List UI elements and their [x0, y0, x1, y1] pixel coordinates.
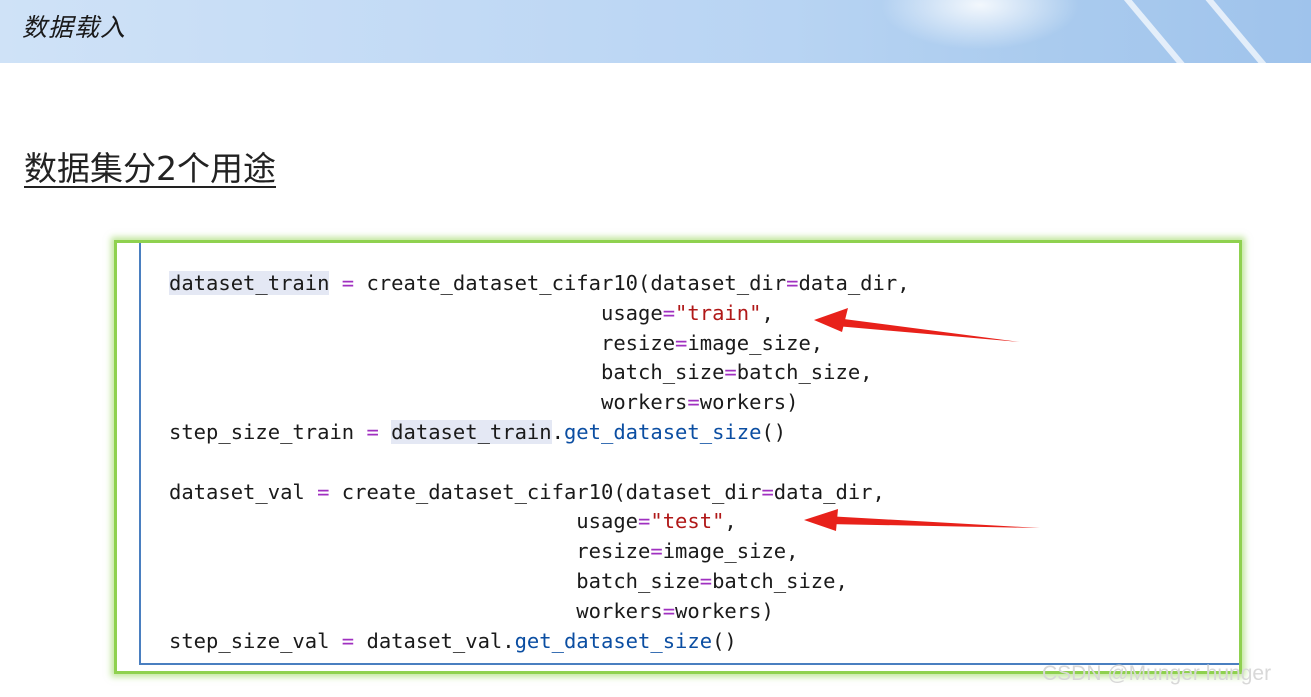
arrow-test	[804, 509, 1040, 531]
watermark: CSDN @Munger hunger	[1042, 662, 1272, 685]
annotation-arrows	[804, 308, 1040, 531]
arrow-test-head	[804, 509, 838, 531]
arrow-test-shaft	[826, 516, 1040, 528]
arrow-train	[814, 308, 1020, 342]
arrow-train-shaft	[836, 318, 1020, 342]
arrow-train-head	[814, 308, 848, 332]
